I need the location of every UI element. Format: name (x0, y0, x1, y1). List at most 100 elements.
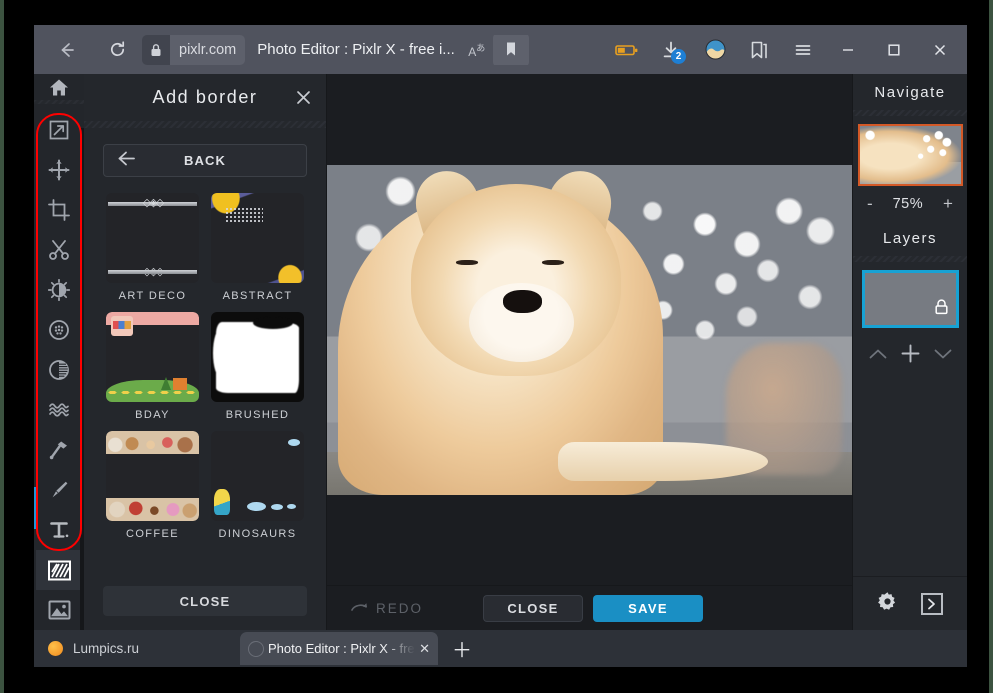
border-item-coffee[interactable]: COFFEE (103, 431, 202, 540)
navigate-thumbnail[interactable] (857, 124, 963, 186)
move-tool[interactable] (36, 150, 82, 190)
redo-button[interactable]: REDO (351, 601, 481, 616)
move-arrows-icon (48, 159, 70, 181)
dino-cloud (247, 502, 266, 511)
bday-gift (111, 316, 133, 336)
zoom-controls: - 75% + (853, 186, 967, 220)
browser-title-bar: pixlr.com Photo Editor : Pixlr X - free … (34, 25, 967, 74)
chevron-down-icon (934, 349, 951, 359)
tab-close-button[interactable]: ✕ (415, 641, 430, 657)
border-label: ABSTRACT (222, 290, 293, 302)
brightness-contrast-icon (48, 279, 70, 301)
deco-ornament-bottom-icon: ◇◈◇ (142, 266, 164, 278)
border-label: ART DECO (118, 290, 187, 302)
home-button[interactable] (34, 74, 84, 100)
expand-panel-icon (928, 598, 936, 609)
browser-tab[interactable]: Photo Editor : Pixlr X - fre ✕ (240, 632, 438, 665)
layers-divider (853, 256, 967, 262)
panel-divider (84, 121, 326, 128)
border-thumbnail (211, 312, 304, 402)
paintbrush-icon (52, 481, 68, 498)
border-item-dinosaurs[interactable]: DINOSAURS (208, 431, 307, 540)
brush-tool[interactable] (36, 470, 82, 510)
canvas-area: REDO CLOSE SAVE (327, 74, 852, 630)
text-t-icon (50, 522, 69, 538)
lock-icon (934, 298, 949, 320)
add-layer-button[interactable] (901, 344, 920, 368)
border-thumbnail (211, 431, 304, 521)
bookmark-button[interactable] (492, 34, 529, 65)
border-list-scroll[interactable]: BACK ◇◈◇ ◇◈◇ ART DECO ABSTRACT BDAY BRUS… (84, 128, 326, 574)
orange-dot-icon (48, 641, 63, 656)
taskbar-site-label: Lumpics.ru (73, 641, 140, 656)
chevron-up-icon (869, 349, 886, 359)
profile-button[interactable] (693, 28, 737, 72)
liquify-tool[interactable] (36, 390, 82, 430)
draw-tool[interactable] (36, 430, 82, 470)
address-bar[interactable]: pixlr.com Photo Editor : Pixlr X - free … (142, 34, 587, 65)
retouch-icon (49, 360, 69, 380)
back-button[interactable]: BACK (103, 144, 307, 177)
downloads-button[interactable]: 2 (649, 28, 693, 72)
effects-circle-icon (49, 320, 69, 340)
canvas-save-button[interactable]: SAVE (593, 594, 703, 622)
dino-cloud (271, 504, 283, 510)
home-icon (50, 79, 68, 96)
border-item-brushed[interactable]: BRUSHED (208, 312, 307, 421)
bday-lights (106, 390, 199, 394)
expand-panel-button[interactable] (921, 592, 944, 615)
arrange-tool[interactable] (36, 110, 82, 150)
site-security-button[interactable] (142, 34, 170, 65)
zoom-in-button[interactable]: + (943, 194, 953, 214)
navigate-preview (859, 126, 961, 184)
cutout-tool[interactable] (36, 230, 82, 270)
right-sidebar: Navigate - 75% + Layers (852, 74, 967, 630)
panel-close-button[interactable] (292, 87, 314, 109)
navigate-divider (853, 110, 967, 116)
minimize-icon (843, 48, 853, 51)
close-window-button[interactable] (917, 25, 963, 74)
photo-dog-paw (558, 441, 768, 482)
adjust-tool[interactable] (36, 270, 82, 310)
hamburger-menu-icon (795, 44, 811, 55)
move-layer-up-button[interactable] (869, 347, 887, 365)
new-tab-button[interactable]: ＋ (452, 634, 472, 663)
border-tool[interactable] (36, 550, 82, 590)
effects-tool[interactable] (36, 310, 82, 350)
maximize-button[interactable] (871, 25, 917, 74)
panel-close-action-button[interactable]: CLOSE (103, 586, 307, 616)
battery-button[interactable] (605, 28, 649, 72)
canvas-image[interactable] (327, 164, 852, 495)
border-item-art-deco[interactable]: ◇◈◇ ◇◈◇ ART DECO (103, 193, 202, 302)
navigate-title: Navigate (874, 83, 946, 101)
rail-scroll-indicator (34, 487, 37, 529)
move-layer-down-button[interactable] (934, 347, 952, 365)
border-thumbnail: ◇◈◇ ◇◈◇ (106, 193, 199, 283)
minimize-button[interactable] (825, 25, 871, 74)
canvas-stage[interactable] (327, 74, 852, 585)
collections-icon (751, 41, 767, 58)
back-button[interactable] (48, 31, 86, 69)
dino-cloud (287, 504, 296, 509)
retouch-tool[interactable] (36, 350, 82, 390)
collections-button[interactable] (737, 28, 781, 72)
canvas-close-button[interactable]: CLOSE (483, 594, 583, 622)
reload-button[interactable] (98, 31, 136, 69)
back-arrow-icon (118, 151, 137, 171)
close-x-icon (934, 44, 946, 55)
translate-icon[interactable]: Aあ (465, 41, 489, 59)
zoom-out-button[interactable]: - (867, 194, 873, 214)
menu-button[interactable] (781, 28, 825, 72)
crop-tool[interactable] (36, 190, 82, 230)
settings-button[interactable] (877, 591, 898, 617)
add-image-tool[interactable] (36, 590, 82, 630)
text-tool[interactable] (36, 510, 82, 550)
panel-scrollbar[interactable] (80, 128, 84, 630)
redo-label: REDO (376, 600, 424, 616)
border-item-abstract[interactable]: ABSTRACT (208, 193, 307, 302)
taskbar-site[interactable]: Lumpics.ru (34, 641, 234, 656)
bday-house (173, 378, 187, 390)
layer-item[interactable] (861, 270, 959, 328)
border-item-bday[interactable]: BDAY (103, 312, 202, 421)
